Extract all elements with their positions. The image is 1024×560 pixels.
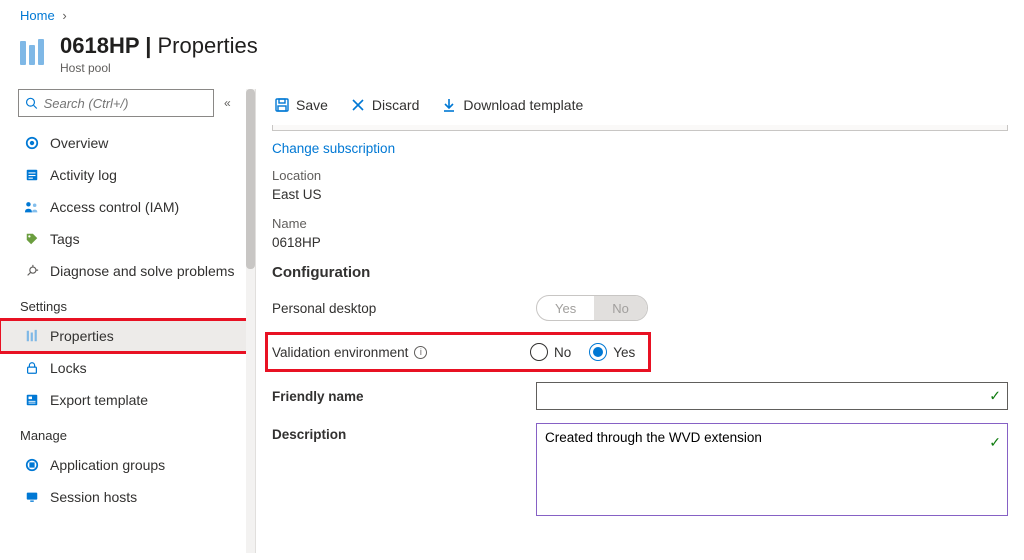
- validation-environment-row: Validation environment i No Yes: [268, 335, 648, 369]
- check-icon: ✓: [989, 388, 1001, 405]
- validation-environment-label: Validation environment: [272, 345, 408, 360]
- personal-desktop-toggle: Yes No: [536, 295, 648, 321]
- nav-item-label: Tags: [50, 231, 80, 247]
- description-label: Description: [272, 427, 346, 442]
- validation-environment-radiogroup: No Yes: [530, 343, 644, 361]
- discard-button[interactable]: Discard: [348, 95, 421, 115]
- toggle-no: No: [594, 296, 647, 320]
- command-bar: Save Discard Download template: [256, 89, 1024, 125]
- application-groups-icon: [24, 457, 40, 473]
- toggle-yes: Yes: [537, 296, 594, 320]
- nav-export-template[interactable]: Export template: [18, 384, 252, 416]
- nav-item-label: Access control (IAM): [50, 199, 179, 215]
- session-hosts-icon: [24, 489, 40, 505]
- diagnose-icon: [24, 263, 40, 279]
- properties-icon: [24, 328, 40, 344]
- friendly-name-label: Friendly name: [272, 389, 364, 404]
- nav-item-label: Overview: [50, 135, 108, 151]
- sidebar-scrollbar[interactable]: [246, 89, 256, 553]
- nav-access-control[interactable]: Access control (IAM): [18, 191, 252, 223]
- access-control-icon: [24, 199, 40, 215]
- configuration-heading: Configuration: [272, 264, 1008, 281]
- lock-icon: [24, 360, 40, 376]
- friendly-name-input[interactable]: [545, 389, 979, 404]
- sidebar: « Overview Activity log Access control (…: [0, 89, 256, 553]
- nav-overview[interactable]: Overview: [18, 127, 252, 159]
- nav-session-hosts[interactable]: Session hosts: [18, 481, 252, 513]
- friendly-name-field-wrapper[interactable]: ✓: [536, 382, 1008, 410]
- breadcrumb-home[interactable]: Home: [20, 8, 55, 23]
- check-icon: ✓: [989, 434, 1001, 451]
- save-button[interactable]: Save: [272, 95, 330, 115]
- name-label: Name: [272, 216, 1008, 231]
- search-input[interactable]: [44, 96, 207, 111]
- personal-desktop-label: Personal desktop: [272, 301, 528, 316]
- search-input-wrapper[interactable]: [18, 89, 214, 117]
- activity-log-icon: [24, 167, 40, 183]
- nav-properties[interactable]: Properties: [0, 320, 252, 352]
- hostpool-icon: [20, 37, 48, 65]
- tags-icon: [24, 231, 40, 247]
- nav-item-label: Activity log: [50, 167, 117, 183]
- change-subscription-link[interactable]: Change subscription: [272, 141, 395, 156]
- nav-activity-log[interactable]: Activity log: [18, 159, 252, 191]
- page-title: 0618HP | Properties: [60, 33, 258, 59]
- description-field-wrapper[interactable]: ✓: [536, 423, 1008, 516]
- export-template-icon: [24, 392, 40, 408]
- download-template-button[interactable]: Download template: [439, 95, 585, 115]
- breadcrumb: Home ›: [0, 0, 1024, 27]
- name-value: 0618HP: [272, 235, 1008, 250]
- page-header: 0618HP | Properties Host pool: [0, 27, 1024, 89]
- search-icon: [25, 96, 38, 110]
- radio-yes[interactable]: Yes: [589, 343, 635, 361]
- nav-item-label: Diagnose and solve problems: [50, 263, 234, 279]
- discard-icon: [350, 97, 366, 113]
- info-icon[interactable]: i: [414, 346, 427, 359]
- download-icon: [441, 97, 457, 113]
- nav-application-groups[interactable]: Application groups: [18, 449, 252, 481]
- nav-item-label: Properties: [50, 328, 114, 344]
- description-textarea[interactable]: [545, 430, 979, 506]
- nav-item-label: Session hosts: [50, 489, 137, 505]
- nav-group-manage: Manage: [20, 428, 252, 443]
- location-value: East US: [272, 187, 1008, 202]
- nav-locks[interactable]: Locks: [18, 352, 252, 384]
- resource-type: Host pool: [60, 61, 258, 75]
- nav-item-label: Locks: [50, 360, 87, 376]
- subscription-field-collapsed[interactable]: [272, 125, 1008, 131]
- nav-tags[interactable]: Tags: [18, 223, 252, 255]
- nav-diagnose[interactable]: Diagnose and solve problems: [18, 255, 252, 287]
- overview-icon: [24, 135, 40, 151]
- chevron-right-icon: ›: [62, 8, 66, 23]
- nav-item-label: Export template: [50, 392, 148, 408]
- collapse-sidebar-icon[interactable]: «: [220, 92, 235, 114]
- radio-no[interactable]: No: [530, 343, 571, 361]
- nav-group-settings: Settings: [20, 299, 252, 314]
- nav-item-label: Application groups: [50, 457, 165, 473]
- save-icon: [274, 97, 290, 113]
- location-label: Location: [272, 168, 1008, 183]
